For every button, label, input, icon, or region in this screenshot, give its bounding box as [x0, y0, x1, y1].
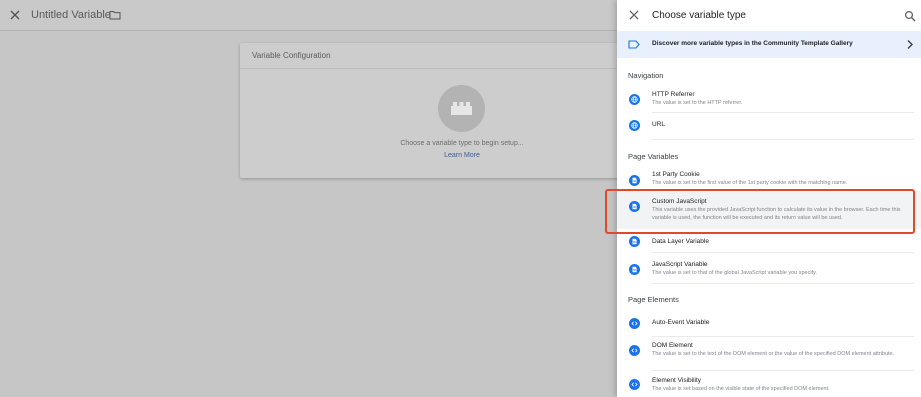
folder-icon[interactable]	[109, 10, 121, 20]
variable-type-name: Element Visibility	[652, 377, 702, 384]
list-divider	[652, 336, 914, 337]
section-page-elements: Page Elements	[628, 295, 679, 304]
globe-icon	[629, 94, 640, 105]
document-icon	[629, 236, 640, 247]
search-icon[interactable]	[904, 10, 916, 22]
variable-type-description: The value is set to the text of the DOM …	[652, 351, 895, 357]
variable-type-url[interactable]: URL	[617, 113, 921, 139]
variable-type-name: DOM Element	[652, 342, 693, 349]
document-icon	[629, 264, 640, 275]
variable-type-name: Auto-Event Variable	[652, 319, 710, 326]
list-divider	[652, 252, 914, 253]
variable-type-name: JavaScript Variable	[652, 261, 708, 268]
variable-type-data-layer-variable[interactable]: Data Layer Variable	[617, 232, 921, 252]
variable-type-name: HTTP Referrer	[652, 91, 695, 98]
building-block-icon	[451, 102, 472, 115]
code-icon	[629, 318, 640, 329]
list-divider	[652, 370, 914, 371]
variable-type-element-visibility[interactable]: Element Visibility The value is set base…	[617, 373, 921, 397]
chevron-right-icon	[907, 40, 913, 49]
variable-type-1st-party-cookie[interactable]: 1st Party Cookie The value is set to the…	[617, 167, 921, 191]
variable-editor: Untitled Variable Variable Configuration…	[0, 0, 684, 397]
tag-icon	[628, 40, 640, 49]
variable-type-description: The value is set to that of the global J…	[652, 270, 817, 276]
document-icon	[629, 175, 640, 186]
variable-type-http-referrer[interactable]: HTTP Referrer The value is set to the HT…	[617, 86, 921, 112]
variable-type-name: 1st Party Cookie	[652, 171, 700, 178]
variable-type-javascript-variable[interactable]: JavaScript Variable The value is set to …	[617, 256, 921, 283]
close-icon[interactable]	[628, 9, 640, 21]
code-icon	[629, 379, 640, 390]
code-icon	[629, 345, 640, 356]
globe-icon	[629, 120, 640, 131]
list-divider	[652, 283, 914, 284]
close-icon[interactable]	[8, 8, 22, 22]
variable-type-name: Data Layer Variable	[652, 238, 709, 245]
panel-header: Choose variable type	[617, 0, 921, 31]
section-navigation: Navigation	[628, 71, 664, 80]
editor-header: Untitled Variable	[0, 0, 617, 31]
community-gallery-text: Discover more variable types in the Comm…	[652, 40, 853, 47]
variable-type-description: The value is set to the first value of t…	[652, 180, 848, 186]
variable-title[interactable]: Untitled Variable	[31, 9, 111, 21]
list-divider	[652, 139, 914, 140]
panel-title: Choose variable type	[652, 10, 746, 21]
variable-type-description: The value is set based on the visible st…	[652, 386, 830, 392]
variable-type-description: The value is set to the HTTP referrer.	[652, 100, 743, 106]
variable-type-name: URL	[652, 121, 666, 128]
variable-type-dom-element[interactable]: DOM Element The value is set to the text…	[617, 338, 921, 370]
variable-type-auto-event-variable[interactable]: Auto-Event Variable	[617, 312, 921, 336]
placeholder-circle[interactable]	[438, 85, 485, 132]
section-page-variables: Page Variables	[628, 152, 679, 161]
highlight-box	[605, 189, 915, 234]
community-gallery-link[interactable]: Discover more variable types in the Comm…	[617, 31, 921, 58]
